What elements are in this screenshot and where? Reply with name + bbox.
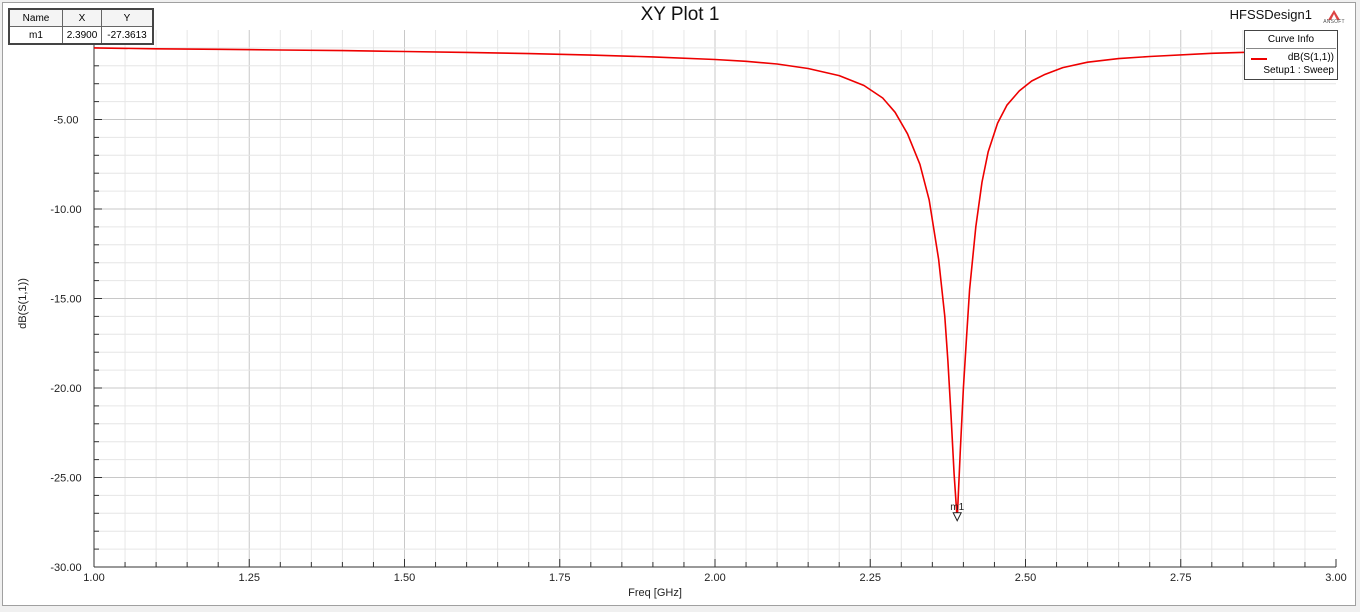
plot-title: XY Plot 1: [640, 4, 720, 25]
y-tick-label: -10.00: [50, 204, 81, 216]
y-tick-label: -20.00: [50, 383, 81, 395]
curve-info-header: Curve Info: [1246, 32, 1336, 49]
marker-table[interactable]: Name X Y m1 2.3900 -27.3613: [8, 8, 154, 45]
marker-y-cell: -27.3613: [101, 26, 154, 45]
x-tick-label: 2.75: [1170, 572, 1191, 584]
marker-m1-label: m1: [950, 502, 964, 513]
y-tick-label: -5.00: [53, 115, 78, 127]
marker-col-y: Y: [101, 8, 154, 27]
x-tick-label: 1.50: [394, 572, 415, 584]
y-tick-label: -25.00: [50, 473, 81, 485]
x-tick-label: 1.75: [549, 572, 570, 584]
marker-col-name: Name: [8, 8, 63, 27]
marker-table-header: Name X Y: [8, 8, 154, 27]
marker-m1-triangle[interactable]: [952, 512, 962, 522]
logo-text: ANSOFT: [1323, 19, 1345, 25]
legend-line-swatch: [1251, 58, 1267, 60]
x-axis-label: Freq [GHz]: [628, 587, 682, 599]
y-tick-label: -30.00: [50, 562, 81, 574]
legend-curve-setup: Setup1 : Sweep: [1263, 65, 1334, 76]
marker-name-cell: m1: [8, 26, 63, 45]
legend-curve-name: dB(S(1,1)): [1287, 52, 1334, 63]
design-name: HFSSDesign1: [1229, 7, 1312, 22]
marker-col-x: X: [62, 8, 102, 27]
table-row[interactable]: m1 2.3900 -27.3613: [8, 26, 154, 45]
chart[interactable]: 1.00 1.25 1.50 1.75 2.00 2.25 2.50 2.75 3.00 -5.0…: [0, 0, 1360, 612]
x-tick-label: 1.00: [83, 572, 104, 584]
x-tick-label: 2.50: [1015, 572, 1036, 584]
y-tick-label: -15.00: [50, 294, 81, 306]
x-tick-label: 1.25: [239, 572, 260, 584]
x-tick-label: 3.00: [1325, 572, 1346, 584]
marker-x-cell: 2.3900: [62, 26, 102, 45]
x-tick-label: 2.00: [704, 572, 725, 584]
y-axis-label: dB(S(1,1)): [17, 278, 29, 329]
x-tick-label: 2.25: [860, 572, 881, 584]
curve-info-legend[interactable]: Curve Info dB(S(1,1)) Setup1 : Sweep: [1244, 30, 1338, 80]
ansoft-logo: ANSOFT: [1318, 8, 1350, 26]
